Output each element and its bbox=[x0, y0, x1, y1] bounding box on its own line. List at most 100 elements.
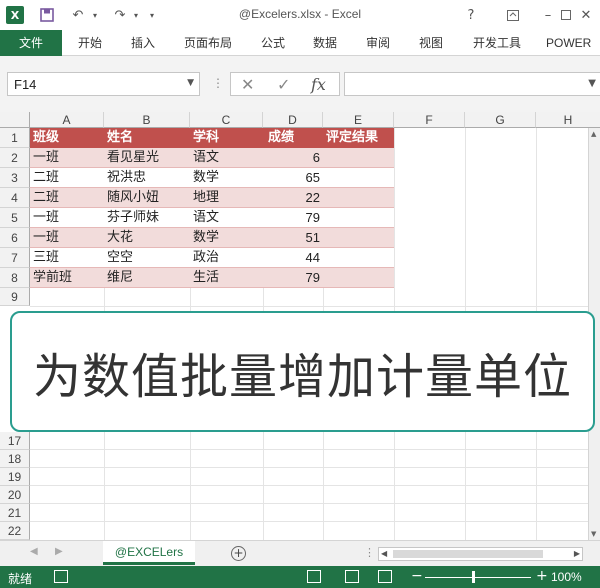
cancel-icon[interactable]: ✕ bbox=[241, 75, 254, 94]
row-header[interactable]: 21 bbox=[0, 504, 30, 522]
sheet-tab-excelers[interactable]: @EXCELers bbox=[103, 541, 195, 565]
table-cell[interactable]: 一班 bbox=[30, 208, 104, 228]
table-cell[interactable] bbox=[323, 268, 394, 288]
tab-power[interactable]: POWER bbox=[546, 30, 600, 56]
close-button[interactable]: ✕ bbox=[578, 6, 594, 24]
table-cell[interactable]: 三班 bbox=[30, 248, 104, 268]
tab-home[interactable]: 开始 bbox=[72, 30, 108, 56]
tab-view[interactable]: 视图 bbox=[413, 30, 449, 56]
horizontal-scrollbar[interactable]: ◀ ▶ bbox=[378, 547, 583, 561]
table-cell[interactable]: 语文 bbox=[190, 148, 263, 168]
table-cell[interactable]: 大花 bbox=[104, 228, 190, 248]
select-all-button[interactable] bbox=[0, 112, 30, 128]
insert-function-icon[interactable]: fx bbox=[311, 75, 326, 94]
table-cell[interactable]: 地理 bbox=[190, 188, 263, 208]
table-cell[interactable]: 政治 bbox=[190, 248, 263, 268]
table-cell[interactable]: 芬子师妹 bbox=[104, 208, 190, 228]
tab-insert[interactable]: 插入 bbox=[125, 30, 161, 56]
column-header-d[interactable]: D bbox=[263, 112, 323, 128]
expand-formula-bar-icon[interactable]: ▼ bbox=[588, 78, 596, 89]
row-header[interactable]: 2 bbox=[0, 148, 30, 168]
row-header[interactable]: 20 bbox=[0, 486, 30, 504]
sheet-next-icon[interactable]: ▶ bbox=[55, 546, 63, 557]
row-header[interactable]: 9 bbox=[0, 288, 30, 306]
column-header-c[interactable]: C bbox=[190, 112, 263, 128]
row-header[interactable]: 6 bbox=[0, 228, 30, 248]
enter-icon[interactable]: ✓ bbox=[277, 75, 290, 94]
table-cell[interactable]: 祝洪忠 bbox=[104, 168, 190, 188]
table-cell[interactable]: 79 bbox=[263, 208, 323, 228]
tab-file[interactable]: 文件 bbox=[0, 30, 62, 56]
row-header[interactable]: 18 bbox=[0, 450, 30, 468]
table-cell[interactable]: 6 bbox=[263, 148, 323, 168]
table-cell[interactable]: 44 bbox=[263, 248, 323, 268]
scroll-right-icon[interactable]: ▶ bbox=[574, 549, 580, 558]
formula-bar-grip-icon[interactable]: ⋮ bbox=[212, 76, 224, 90]
zoom-level[interactable]: 100% bbox=[551, 570, 582, 584]
tab-data[interactable]: 数据 bbox=[307, 30, 343, 56]
column-header-g[interactable]: G bbox=[465, 112, 536, 128]
table-cell[interactable]: 语文 bbox=[190, 208, 263, 228]
table-header-cell[interactable]: 姓名 bbox=[104, 128, 190, 148]
column-header-a[interactable]: A bbox=[30, 112, 104, 128]
table-cell[interactable]: 维尼 bbox=[104, 268, 190, 288]
macro-record-icon[interactable] bbox=[54, 570, 68, 583]
tab-page-layout[interactable]: 页面布局 bbox=[178, 30, 238, 56]
name-box-dropdown-icon[interactable]: ▼ bbox=[187, 78, 194, 88]
table-cell[interactable] bbox=[323, 248, 394, 268]
zoom-out-button[interactable]: − bbox=[411, 568, 423, 584]
table-cell[interactable]: 一班 bbox=[30, 228, 104, 248]
table-header-cell[interactable]: 学科 bbox=[190, 128, 263, 148]
column-header-b[interactable]: B bbox=[104, 112, 190, 128]
row-header[interactable]: 17 bbox=[0, 432, 30, 450]
table-cell[interactable]: 65 bbox=[263, 168, 323, 188]
scroll-down-icon[interactable]: ▼ bbox=[591, 530, 596, 538]
table-header-cell[interactable]: 班级 bbox=[30, 128, 104, 148]
row-header[interactable]: 8 bbox=[0, 268, 30, 288]
table-cell[interactable] bbox=[323, 188, 394, 208]
row-header[interactable]: 5 bbox=[0, 208, 30, 228]
table-cell[interactable]: 数学 bbox=[190, 228, 263, 248]
tab-review[interactable]: 审阅 bbox=[360, 30, 396, 56]
horizontal-scroll-thumb[interactable] bbox=[393, 550, 543, 558]
table-cell[interactable]: 二班 bbox=[30, 168, 104, 188]
table-cell[interactable]: 数学 bbox=[190, 168, 263, 188]
tab-split-grip-icon[interactable]: ⋮ bbox=[364, 546, 375, 559]
maximize-button[interactable] bbox=[558, 6, 574, 24]
table-cell[interactable]: 生活 bbox=[190, 268, 263, 288]
column-header-h[interactable]: H bbox=[536, 112, 600, 128]
sheet-prev-icon[interactable]: ◀ bbox=[30, 546, 38, 557]
table-cell[interactable]: 79 bbox=[263, 268, 323, 288]
page-layout-view-icon[interactable] bbox=[345, 570, 359, 583]
zoom-slider[interactable] bbox=[425, 577, 531, 578]
tab-developer[interactable]: 开发工具 bbox=[466, 30, 528, 56]
formula-input[interactable]: ▼ bbox=[344, 72, 600, 96]
help-icon[interactable]: ? bbox=[463, 6, 479, 24]
row-header[interactable]: 22 bbox=[0, 522, 30, 540]
ribbon-display-icon[interactable] bbox=[505, 6, 521, 24]
table-cell[interactable] bbox=[323, 148, 394, 168]
scroll-left-icon[interactable]: ◀ bbox=[381, 549, 387, 558]
table-cell[interactable]: 空空 bbox=[104, 248, 190, 268]
name-box[interactable]: F14 ▼ bbox=[7, 72, 200, 96]
table-cell[interactable]: 看见星光 bbox=[104, 148, 190, 168]
table-cell[interactable] bbox=[323, 208, 394, 228]
minimize-button[interactable]: – bbox=[540, 6, 556, 24]
table-cell[interactable]: 一班 bbox=[30, 148, 104, 168]
table-cell[interactable]: 二班 bbox=[30, 188, 104, 208]
column-header-e[interactable]: E bbox=[323, 112, 394, 128]
scroll-up-icon[interactable]: ▲ bbox=[591, 130, 596, 138]
row-header[interactable]: 7 bbox=[0, 248, 30, 268]
row-header[interactable]: 1 bbox=[0, 128, 30, 148]
zoom-in-button[interactable]: + bbox=[536, 568, 548, 584]
zoom-slider-handle[interactable] bbox=[472, 571, 475, 583]
table-cell[interactable]: 学前班 bbox=[30, 268, 104, 288]
page-break-view-icon[interactable] bbox=[378, 570, 392, 583]
column-header-f[interactable]: F bbox=[394, 112, 465, 128]
row-header[interactable]: 19 bbox=[0, 468, 30, 486]
table-cell[interactable]: 51 bbox=[263, 228, 323, 248]
tab-formulas[interactable]: 公式 bbox=[255, 30, 291, 56]
row-header[interactable]: 4 bbox=[0, 188, 30, 208]
table-cell[interactable] bbox=[323, 168, 394, 188]
table-header-cell[interactable]: 成绩 bbox=[263, 128, 323, 148]
